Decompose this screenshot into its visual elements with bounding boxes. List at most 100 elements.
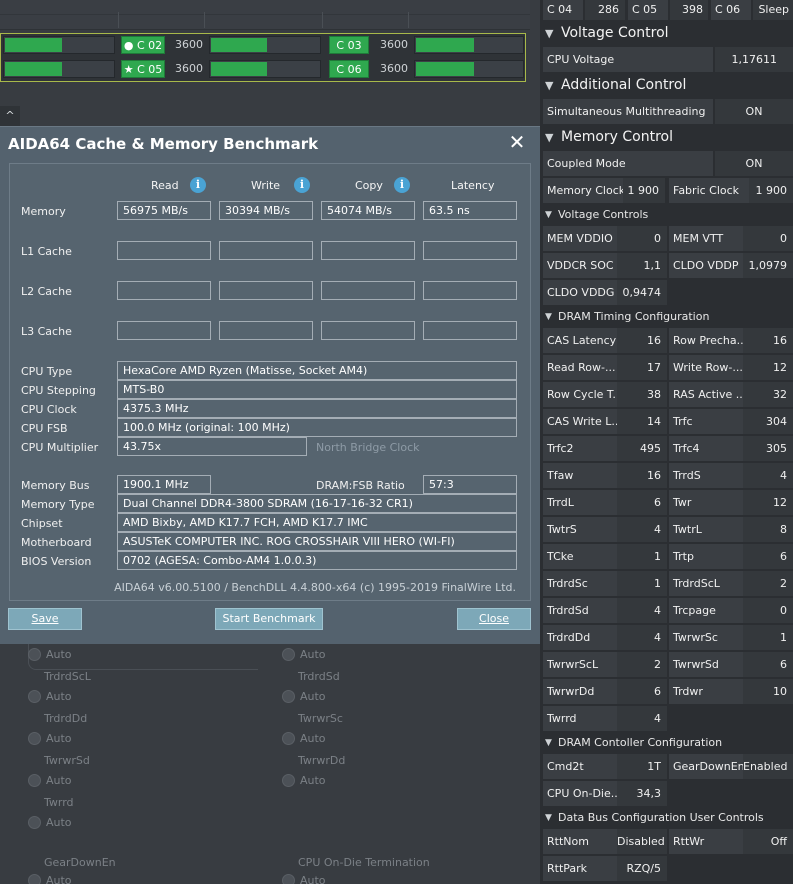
setting-row: MEM VDDIO 0 MEM VTT 0 <box>543 226 793 251</box>
setting-value[interactable]: 4 <box>617 517 667 542</box>
setting-value[interactable]: 2 <box>743 571 793 596</box>
core-load-bar <box>209 36 321 54</box>
info-label: Chipset <box>21 517 63 530</box>
setting-value[interactable]: 304 <box>743 409 793 434</box>
info-label: CPU Stepping <box>21 384 96 397</box>
setting-label: CPU On-Die... <box>543 781 617 806</box>
setting-label: CAS Write L... <box>543 409 617 434</box>
setting-value[interactable]: Off <box>743 829 793 854</box>
setting-label: TwtrL <box>669 517 743 542</box>
setting-value[interactable]: 38 <box>617 382 667 407</box>
lock-icon <box>28 774 41 787</box>
section-data-bus[interactable]: ▼ Data Bus Configuration User Controls <box>540 808 793 828</box>
core-label[interactable]: ★ C 05 <box>121 60 165 78</box>
info-value: AMD Bixby, AMD K17.7 FCH, AMD K17.7 IMC <box>117 513 517 532</box>
cpu-voltage-value[interactable]: 1,17611 <box>715 47 793 72</box>
setting-value[interactable]: 6 <box>743 544 793 569</box>
setting-value[interactable]: 17 <box>617 355 667 380</box>
divider <box>322 12 323 28</box>
core-load-bar <box>3 60 115 78</box>
setting-value[interactable]: 1 <box>617 571 667 596</box>
coupled-mode-toggle[interactable]: ON <box>715 151 793 176</box>
setting-row: Twrrd 4 <box>543 706 793 731</box>
setting-value[interactable]: 8 <box>743 517 793 542</box>
save-button[interactable]: Save <box>8 608 82 630</box>
setting-value[interactable]: 16 <box>743 328 793 353</box>
setting-value[interactable]: 34,3 <box>617 781 667 806</box>
close-icon[interactable]: ✕ <box>508 131 526 153</box>
core-label[interactable]: ● C 02 <box>121 36 165 54</box>
setting-value[interactable]: 16 <box>617 328 667 353</box>
setting-label: TrdrdSd <box>543 598 617 623</box>
core-load-bar <box>414 36 524 54</box>
setting-value[interactable]: 0 <box>617 226 667 251</box>
bench-value <box>321 321 415 340</box>
setting-value[interactable]: 32 <box>743 382 793 407</box>
info-label: Memory Bus <box>21 479 90 492</box>
setting-row: Coupled Mode ON <box>543 151 793 176</box>
setting-value[interactable]: 1,1 <box>617 253 667 278</box>
setting-value[interactable]: 6 <box>743 652 793 677</box>
setting-value[interactable]: 495 <box>617 436 667 461</box>
setting-value[interactable]: 6 <box>617 490 667 515</box>
info-label: CPU Clock <box>21 403 77 416</box>
core-label[interactable]: C 06 <box>329 60 369 78</box>
setting-value[interactable]: 0 <box>743 226 793 251</box>
core-name: C 03 <box>336 39 362 52</box>
section-voltage-controls[interactable]: ▼ Voltage Controls <box>540 205 793 225</box>
info-icon[interactable]: i <box>394 177 410 193</box>
start-benchmark-button[interactable]: Start Benchmark <box>215 608 323 630</box>
setting-value[interactable]: 1 <box>617 544 667 569</box>
core-status-row: C 04 286 C 05 398 C 06 Sleep <box>543 0 793 20</box>
info-icon[interactable]: i <box>294 177 310 193</box>
core-label[interactable]: C 03 <box>329 36 369 54</box>
setting-label: Memory Clock <box>543 178 623 203</box>
setting-value[interactable]: 0 <box>743 598 793 623</box>
column-header-copy: Copy <box>355 179 383 192</box>
core-freq: 3600 <box>175 38 203 51</box>
setting-value[interactable]: 4 <box>743 463 793 488</box>
bench-value <box>117 281 211 300</box>
core-label: C 06 <box>711 0 751 20</box>
column-header-latency: Latency <box>451 179 495 192</box>
close-button[interactable]: Close <box>457 608 531 630</box>
setting-value[interactable]: 16 <box>617 463 667 488</box>
setting-value[interactable]: RZQ/5 <box>617 856 667 881</box>
section-memory-control[interactable]: ▼ Memory Control <box>540 125 793 150</box>
lock-icon <box>28 690 41 703</box>
setting-value[interactable]: Enabled <box>743 754 793 779</box>
setting-label: RAS Active ... <box>669 382 743 407</box>
setting-value[interactable]: 14 <box>617 409 667 434</box>
setting-value[interactable]: Disabled <box>617 829 667 854</box>
info-value: 4375.3 MHz <box>117 399 517 418</box>
setting-value[interactable]: 0,9474 <box>617 280 667 305</box>
setting-value[interactable]: 12 <box>743 490 793 515</box>
setting-value[interactable]: 2 <box>617 652 667 677</box>
memory-bus-value: 1900.1 MHz <box>117 475 211 494</box>
fabric-clock-value[interactable]: 1 900 <box>749 178 793 203</box>
setting-value[interactable]: 1T <box>617 754 667 779</box>
setting-value[interactable]: 12 <box>743 355 793 380</box>
section-voltage-control[interactable]: ▼ Voltage Control <box>540 21 793 46</box>
core-load-fill <box>211 62 267 76</box>
setting-value[interactable]: 1,0979 <box>743 253 793 278</box>
setting-row: Cmd2t 1T GearDownEn Enabled <box>543 754 793 779</box>
section-additional-control[interactable]: ▼ Additional Control <box>540 73 793 98</box>
lock-icon <box>282 690 295 703</box>
setting-value[interactable]: 4 <box>617 706 667 731</box>
memory-clock-value[interactable]: 1 900 <box>623 178 665 203</box>
section-dram-controller[interactable]: ▼ DRAM Contoller Configuration <box>540 733 793 753</box>
info-icon[interactable]: i <box>190 177 206 193</box>
info-label: CPU Multiplier <box>21 441 99 454</box>
bench-value <box>219 321 313 340</box>
setting-value[interactable]: 6 <box>617 679 667 704</box>
setting-value[interactable]: 4 <box>617 625 667 650</box>
setting-value[interactable]: 305 <box>743 436 793 461</box>
collapse-button[interactable]: ^ <box>0 106 20 126</box>
smt-toggle[interactable]: ON <box>715 99 793 124</box>
section-dram-timing[interactable]: ▼ DRAM Timing Configuration <box>540 307 793 327</box>
setting-value[interactable]: 4 <box>617 598 667 623</box>
setting-value[interactable]: 1 <box>743 625 793 650</box>
setting-label: TwrwrScL <box>543 652 617 677</box>
setting-value[interactable]: 10 <box>743 679 793 704</box>
